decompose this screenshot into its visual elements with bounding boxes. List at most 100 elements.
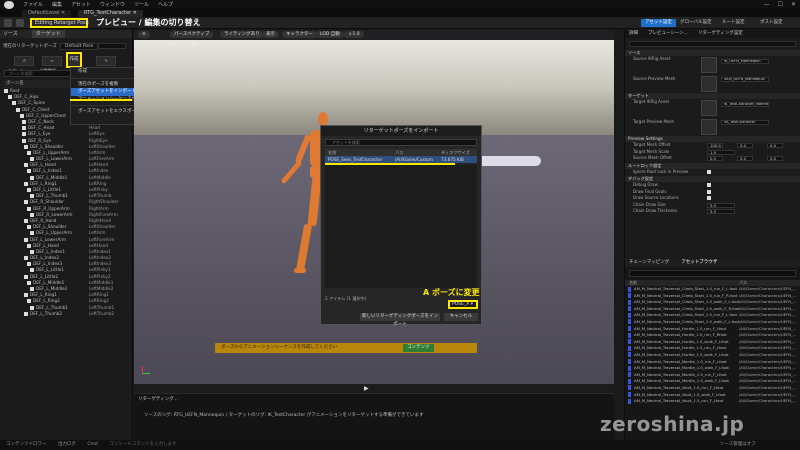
global-settings-button[interactable]: グローバル設定 [680, 19, 711, 27]
target-scale-field[interactable]: 1.0 [707, 149, 735, 155]
menu-window[interactable]: ウィンドウ [100, 1, 125, 8]
debug-draw-checkbox[interactable] [707, 183, 711, 187]
bone-checkbox[interactable] [24, 144, 28, 149]
tab-asset-browser[interactable]: アセットブラウザ [681, 259, 717, 267]
content-drawer-button[interactable]: コンテンツドロワー [6, 442, 47, 447]
vp-character[interactable]: キャラクター [282, 31, 317, 38]
asset-row[interactable]: AM_M_Neutral_Traversal_Vault_1.0_run_F_L… [625, 385, 800, 392]
source-mesh-asset[interactable]: SKM_UEFN_Mannequin [721, 77, 769, 82]
bone-checkbox[interactable] [30, 305, 34, 310]
menu-help[interactable]: ヘルプ [158, 1, 173, 8]
col-path[interactable]: パス [395, 149, 441, 156]
tab-details[interactable]: 詳細 [629, 30, 638, 38]
source-ik-asset[interactable]: IK_UEFN_Mannequin [721, 59, 769, 64]
create-pose-button[interactable]: 作成 [66, 52, 82, 68]
bone-row[interactable]: DEF_L_Thumb2 LeftThumb2 [0, 311, 132, 317]
vp-lod[interactable]: LOD 自動 [316, 31, 344, 38]
menu-tools[interactable]: ツール [134, 1, 149, 8]
chain-draw-size-field[interactable]: 5.0 [707, 202, 735, 208]
bone-checkbox[interactable] [24, 311, 28, 316]
bone-checkbox[interactable] [27, 150, 31, 155]
bone-checkbox[interactable] [30, 287, 34, 291]
bone-checkbox[interactable] [22, 132, 26, 137]
asset-row[interactable]: AM_M_Neutral_Traversal_Hurdle_1.0_walk_F… [625, 339, 800, 346]
play-icon[interactable]: ▶ [364, 385, 369, 392]
current-pose-select[interactable]: Default Pose [60, 43, 99, 50]
asset-row[interactable]: AM_M_Neutral_Traversal_Climb_Start_1.0_r… [625, 286, 800, 293]
bone-checkbox[interactable] [27, 299, 31, 304]
bone-checkbox[interactable] [27, 225, 31, 230]
source-offset-z[interactable]: 0.0 [767, 156, 783, 161]
console-input[interactable]: コンソールコマンドを入力します [109, 442, 176, 447]
content-button[interactable]: コンテンツ [403, 344, 434, 352]
bone-checkbox[interactable] [30, 231, 34, 236]
details-search-input[interactable] [629, 41, 796, 47]
vp-speed[interactable]: ｘ1.0 [344, 31, 364, 38]
rename-button[interactable]: ✎ [96, 56, 116, 66]
dialog-cancel-button[interactable]: キャンセル [444, 313, 478, 321]
asset-row[interactable]: AM_M_Neutral_Traversal_Hurdle_1.5_walk_F… [625, 352, 800, 359]
draw-source-locations-checkbox[interactable] [707, 196, 711, 200]
chain-draw-thickness-field[interactable]: 5.0 [707, 209, 735, 214]
asset-row[interactable]: AM_M_Neutral_Traversal_Mantle_1.5_run_F_… [625, 372, 800, 379]
bone-checkbox[interactable] [30, 157, 34, 162]
tab-preview-scene[interactable]: プレビューシーン... [648, 30, 688, 38]
browse-icon[interactable] [16, 19, 24, 27]
bone-checkbox[interactable] [4, 89, 8, 93]
bone-checkbox[interactable] [22, 138, 26, 143]
asset-row[interactable]: AM_M_Neutral_Traversal_Climb_Start_1.5_r… [625, 312, 800, 319]
retargeting-log-tab[interactable]: リターゲティング... [138, 396, 178, 402]
asset-col-name[interactable]: 名前 [629, 280, 637, 285]
bone-checkbox[interactable] [30, 175, 34, 180]
vp-perspective[interactable]: パースペクティブ [170, 31, 214, 38]
reset-button[interactable]: ↺ [14, 56, 34, 66]
dialog-search-input[interactable]: アセットを検索 [325, 139, 477, 146]
draw-final-goals-checkbox[interactable] [707, 189, 711, 194]
cmd-select[interactable]: Cmd [87, 442, 97, 447]
tab-retargeting-settings[interactable]: リターゲティング設定 [698, 30, 743, 38]
asset-row[interactable]: AM_M_Neutral_Traversal_Hurdle_1.0_run_F_… [625, 326, 800, 333]
bone-checkbox[interactable] [24, 181, 28, 186]
viewport-menu-icon[interactable]: ≡ [138, 31, 150, 38]
close-icon[interactable]: ✕ [791, 1, 796, 8]
bone-checkbox[interactable] [24, 256, 28, 261]
asset-row[interactable]: AM_M_Neutral_Traversal_Climb_Start_1.0_w… [625, 299, 800, 306]
asset-row[interactable]: AM_M_Neutral_Traversal_Mantle_1.5_walk_F… [625, 378, 800, 385]
col-name[interactable]: 名前 [325, 149, 395, 156]
maximize-icon[interactable]: ☐ [778, 1, 783, 8]
menu-edit[interactable]: 編集 [52, 1, 62, 8]
bone-checkbox[interactable] [30, 212, 34, 217]
asset-row[interactable]: AM_M_Neutral_Traversal_Climb_Start_1.0_w… [625, 306, 800, 313]
asset-row[interactable]: AM_M_Neutral_Traversal_Climb_Start_1.5_w… [625, 319, 800, 326]
bone-checkbox[interactable] [27, 280, 31, 285]
bone-checkbox[interactable] [20, 113, 24, 118]
menu-file[interactable]: ファイル [23, 1, 43, 8]
post-settings-button[interactable]: ポスト設定 [760, 19, 783, 27]
bone-checkbox[interactable] [30, 249, 34, 254]
asset-row[interactable]: AM_M_Neutral_Traversal_Mantle_1.0_walk_F… [625, 365, 800, 372]
root-settings-button[interactable]: ルート設定 [722, 19, 745, 27]
vp-lit[interactable]: ライティングあり [220, 31, 264, 38]
pose-blend-field[interactable] [98, 43, 126, 49]
bone-checkbox[interactable] [16, 107, 20, 112]
unreal-logo-icon[interactable] [4, 0, 14, 9]
bone-checkbox[interactable] [24, 237, 28, 242]
asset-settings-button[interactable]: アセット設定 [641, 19, 676, 27]
asset-row[interactable]: AM_M_Neutral_Traversal_Mantle_1.0_run_F_… [625, 359, 800, 366]
pose-name-select[interactable]: POSE_A ▾ [448, 300, 478, 309]
bone-checkbox[interactable] [30, 194, 34, 199]
save-icon[interactable] [4, 19, 12, 27]
target-ik-thumbnail[interactable] [701, 100, 717, 116]
source-ik-thumbnail[interactable] [701, 57, 717, 73]
target-mesh-asset[interactable]: SK_TestCharacter [721, 120, 769, 125]
target-offset-y[interactable]: 0.0 [737, 143, 753, 148]
tab-rtg-test-character[interactable]: RTG_TestCharacter ✕ [78, 10, 143, 17]
asset-row[interactable]: AM_M_Neutral_Traversal_Vault_1.0_walk_F_… [625, 392, 800, 399]
tab-chain-mapping[interactable]: チェーンマッピング [629, 259, 669, 267]
bone-checkbox[interactable] [24, 274, 28, 279]
bone-checkbox[interactable] [24, 218, 28, 223]
editing-retarget-pose-toggle[interactable]: Editing Retarget Pose [30, 18, 89, 28]
bone-checkbox[interactable] [22, 126, 26, 131]
bone-checkbox[interactable] [24, 293, 28, 298]
source-offset-x[interactable]: 0.0 [707, 156, 723, 161]
